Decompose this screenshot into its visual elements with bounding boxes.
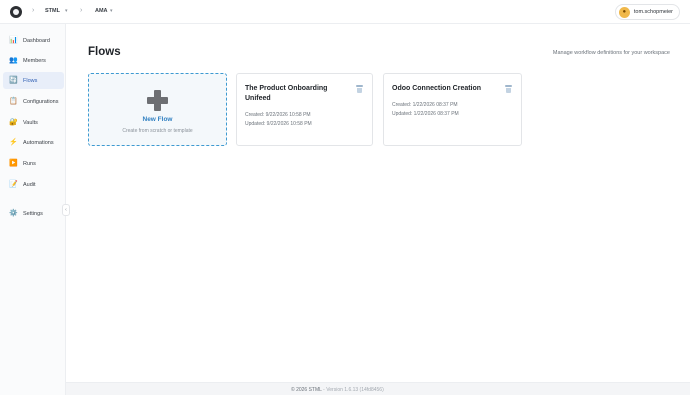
sidebar-item-audit[interactable]: 📝 Audit xyxy=(3,176,64,193)
new-flow-subtitle: Create from scratch or template xyxy=(122,128,193,134)
flow-title: The Product Onboarding Unifeed xyxy=(245,85,328,102)
breadcrumb-separator: › xyxy=(80,7,83,14)
gear-icon: ⚙️ xyxy=(9,210,18,217)
flow-created: Created: 9/22/2026 10:58 PM xyxy=(245,112,311,118)
sidebar-item-label: Automations xyxy=(23,139,54,146)
sidebar-collapse-button[interactable]: ‹ xyxy=(62,204,70,216)
flow-created: Created: 1/22/2026 08:37 PM xyxy=(392,102,458,108)
footer-version: Version 1.6.13 (14fd8456) xyxy=(326,387,384,393)
new-flow-card[interactable]: New Flow Create from scratch or template xyxy=(88,73,227,146)
lightning-icon: ⚡ xyxy=(9,139,18,146)
trash-icon[interactable] xyxy=(505,85,512,93)
sidebar-item-label: Members xyxy=(23,57,46,64)
breadcrumb-workspace[interactable]: AMA xyxy=(95,8,108,14)
flow-title: Odoo Connection Creation xyxy=(392,85,482,92)
sidebar-item-settings[interactable]: ⚙️ Settings xyxy=(3,205,64,222)
sidebar-item-members[interactable]: 👥 Members xyxy=(3,52,64,69)
chart-icon: 📊 xyxy=(9,37,18,44)
new-flow-title: New Flow xyxy=(142,116,173,123)
sidebar-item-label: Dashboard xyxy=(23,37,50,44)
breadcrumb-separator: › xyxy=(32,7,35,14)
flow-icon: 🔄 xyxy=(9,77,18,84)
sidebar-item-label: Configurations xyxy=(23,98,59,105)
user-menu[interactable]: ● tom.schopmeier xyxy=(614,4,680,20)
sidebar-item-configurations[interactable]: 📋 Configurations xyxy=(3,93,64,110)
lock-icon: 🔐 xyxy=(9,119,18,126)
memo-icon: 📝 xyxy=(9,181,18,188)
user-avatar-icon: ● xyxy=(618,6,630,18)
people-icon: 👥 xyxy=(9,57,18,64)
sidebar-item-automations[interactable]: ⚡ Automations xyxy=(3,134,64,151)
chevron-down-icon[interactable]: ▾ xyxy=(110,8,113,14)
sidebar-item-label: Audit xyxy=(23,181,36,188)
footer-text: © 2026 STML · Version 1.6.13 (14fd8456) xyxy=(291,387,384,393)
sidebar-item-runs[interactable]: ▶️ Runs xyxy=(3,155,64,172)
page-title: Flows xyxy=(88,46,121,58)
app-logo-icon[interactable] xyxy=(10,6,22,18)
breadcrumb-org[interactable]: STML xyxy=(45,8,60,14)
footer: © 2026 STML · Version 1.6.13 (14fd8456) xyxy=(66,382,690,395)
chevron-down-icon[interactable]: ▾ xyxy=(65,8,68,14)
page-subtitle: Manage workflow definitions for your wor… xyxy=(552,50,670,56)
flow-card[interactable]: The Product Onboarding Unifeed Created: … xyxy=(236,73,373,146)
footer-copyright: © 2026 STML xyxy=(291,387,322,393)
sidebar-item-label: Settings xyxy=(23,210,43,217)
flow-updated: Updated: 9/22/2026 10:58 PM xyxy=(245,121,312,127)
top-bar: › STML ▾ › AMA ▾ ● tom.schopmeier xyxy=(0,0,690,24)
user-name: tom.schopmeier xyxy=(633,9,673,15)
sidebar: 📊 Dashboard 👥 Members 🔄 Flows 📋 Configur… xyxy=(0,24,66,395)
flow-updated: Updated: 1/22/2026 08:37 PM xyxy=(392,111,459,117)
sidebar-item-label: Runs xyxy=(23,160,36,167)
flow-card[interactable]: Odoo Connection Creation Created: 1/22/2… xyxy=(383,73,522,146)
sidebar-item-label: Flows xyxy=(23,77,38,84)
sidebar-item-flows[interactable]: 🔄 Flows xyxy=(3,72,64,89)
clipboard-icon: 📋 xyxy=(9,98,18,105)
sidebar-item-dashboard[interactable]: 📊 Dashboard xyxy=(3,32,64,49)
trash-icon[interactable] xyxy=(356,85,363,93)
play-icon: ▶️ xyxy=(9,160,18,167)
plus-icon xyxy=(147,90,168,111)
sidebar-item-vaults[interactable]: 🔐 Vaults xyxy=(3,114,64,131)
sidebar-item-label: Vaults xyxy=(23,119,38,126)
